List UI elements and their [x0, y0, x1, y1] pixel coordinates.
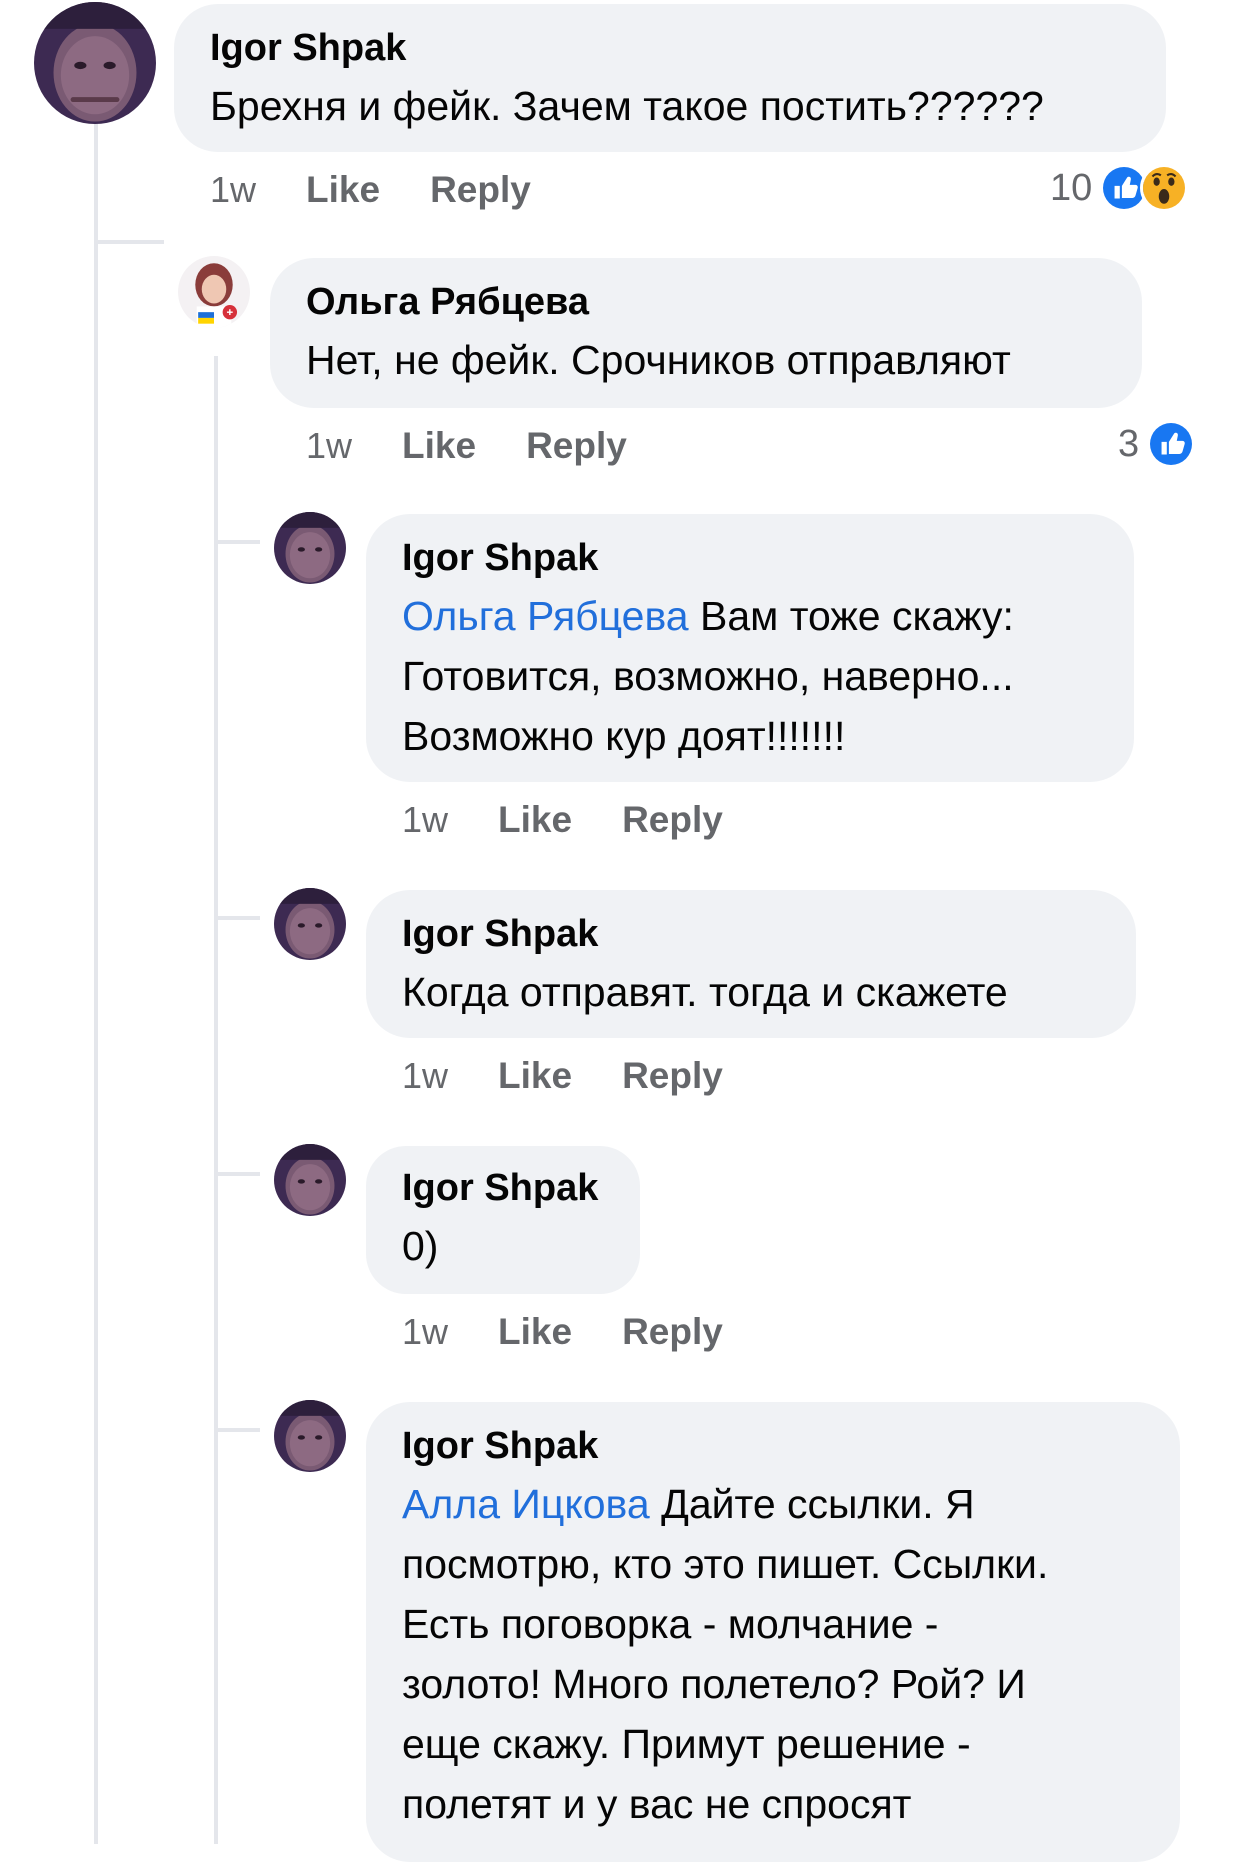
thread-line-connector-1 [94, 240, 164, 244]
mention-link[interactable]: Алла Ицкова [402, 1481, 650, 1527]
thread-line-connector-5 [214, 1428, 260, 1432]
reply-text-line: посмотрю, кто это пишет. Ссылки. [402, 1541, 1049, 1587]
avatar-igor-shpak[interactable] [274, 888, 346, 960]
reply-author[interactable]: Igor Shpak [402, 1166, 604, 1210]
reply-text-line: золото! Много полетело? Рой? И [402, 1661, 1026, 1707]
comment-author[interactable]: Igor Shpak [210, 26, 1130, 70]
reply-text-line: Готовится, возможно, наверно... [402, 653, 1014, 699]
reaction-summary[interactable]: 3 [1118, 420, 1196, 468]
avatar-photo [178, 256, 250, 328]
reply-text: Ольга Рябцева Вам тоже скажу: Готовится, … [402, 586, 1098, 766]
avatar-photo [274, 1400, 346, 1472]
reply-text-line: Возможно кур доят!!!!!!! [402, 713, 846, 759]
thread-line-nested [214, 356, 218, 1844]
reply-author[interactable]: Igor Shpak [402, 1424, 1144, 1468]
reply-text-line: Дайте ссылки. Я [649, 1481, 975, 1527]
reply-button[interactable]: Reply [622, 1310, 723, 1354]
reply-text: Нет, не фейк. Срочников отправляют [306, 337, 1011, 383]
reply-timestamp[interactable]: 1w [402, 1310, 448, 1354]
reply-bubble: Igor Shpak 0) [366, 1146, 640, 1294]
like-button[interactable]: Like [498, 1054, 572, 1098]
reply-bubble: Ольга Рябцева Нет, не фейк. Срочников от… [270, 258, 1142, 408]
reply-timestamp[interactable]: 1w [402, 1054, 448, 1098]
reply-text-line: Есть поговорка - молчание - [402, 1601, 939, 1647]
avatar-photo [274, 888, 346, 960]
avatar-igor-shpak[interactable] [274, 1144, 346, 1216]
avatar-olga-ryabtseva[interactable] [178, 256, 250, 328]
like-icon [1147, 420, 1196, 468]
reply-text: 0) [402, 1223, 439, 1269]
reply-button[interactable]: Reply [430, 168, 531, 212]
avatar-photo [34, 2, 156, 124]
reaction-summary[interactable]: 10 [1050, 164, 1189, 212]
avatar-igor-shpak[interactable] [274, 512, 346, 584]
reply-actions: 1w Like Reply [306, 424, 677, 468]
like-button[interactable]: Like [498, 798, 572, 842]
reply-text-line: еще скажу. Примут решение - [402, 1721, 971, 1767]
like-button[interactable]: Like [402, 424, 476, 468]
avatar-igor-shpak[interactable] [34, 2, 156, 124]
reply-button[interactable]: Reply [622, 1054, 723, 1098]
reply-author[interactable]: Igor Shpak [402, 912, 1100, 956]
reply-timestamp[interactable]: 1w [402, 798, 448, 842]
reply-author[interactable]: Ольга Рябцева [306, 280, 1106, 324]
reply-bubble: Igor Shpak Когда отправят. тогда и скаже… [366, 890, 1136, 1038]
thread-line-connector-2 [214, 540, 260, 544]
reply-author[interactable]: Igor Shpak [402, 536, 1098, 580]
reaction-count: 10 [1050, 166, 1093, 209]
reply-text-line: Вам тоже скажу: [688, 593, 1014, 639]
comment-bubble: Igor Shpak Брехня и фейк. Зачем такое по… [174, 4, 1166, 152]
avatar-photo [274, 1144, 346, 1216]
avatar-photo [274, 512, 346, 584]
avatar-igor-shpak[interactable] [274, 1400, 346, 1472]
reply-bubble: Igor Shpak Алла Ицкова Дайте ссылки. Я по… [366, 1402, 1180, 1862]
comment-actions: 1w Like Reply [210, 168, 581, 212]
like-button[interactable]: Like [306, 168, 380, 212]
reply-text: Алла Ицкова Дайте ссылки. Я посмотрю, кто… [402, 1474, 1144, 1834]
reaction-count: 3 [1118, 422, 1140, 465]
like-button[interactable]: Like [498, 1310, 572, 1354]
reply-button[interactable]: Reply [526, 424, 627, 468]
reply-button[interactable]: Reply [622, 798, 723, 842]
reply-text-line: полетят и у вас не спросят [402, 1781, 912, 1827]
thread-line-connector-4 [214, 1172, 260, 1176]
comment-timestamp[interactable]: 1w [210, 168, 256, 212]
wow-icon [1140, 164, 1189, 212]
reply-actions: 1w Like Reply [402, 798, 773, 842]
reply-bubble: Igor Shpak Ольга Рябцева Вам тоже скажу:… [366, 514, 1134, 782]
reply-actions: 1w Like Reply [402, 1310, 773, 1354]
reply-actions: 1w Like Reply [402, 1054, 773, 1098]
comment-text: Брехня и фейк. Зачем такое постить?????? [210, 83, 1044, 129]
thread-line-main [94, 122, 98, 1844]
reply-text: Когда отправят. тогда и скажете [402, 969, 1008, 1015]
thread-line-connector-3 [214, 916, 260, 920]
mention-link[interactable]: Ольга Рябцева [402, 593, 689, 639]
reply-timestamp[interactable]: 1w [306, 424, 352, 468]
